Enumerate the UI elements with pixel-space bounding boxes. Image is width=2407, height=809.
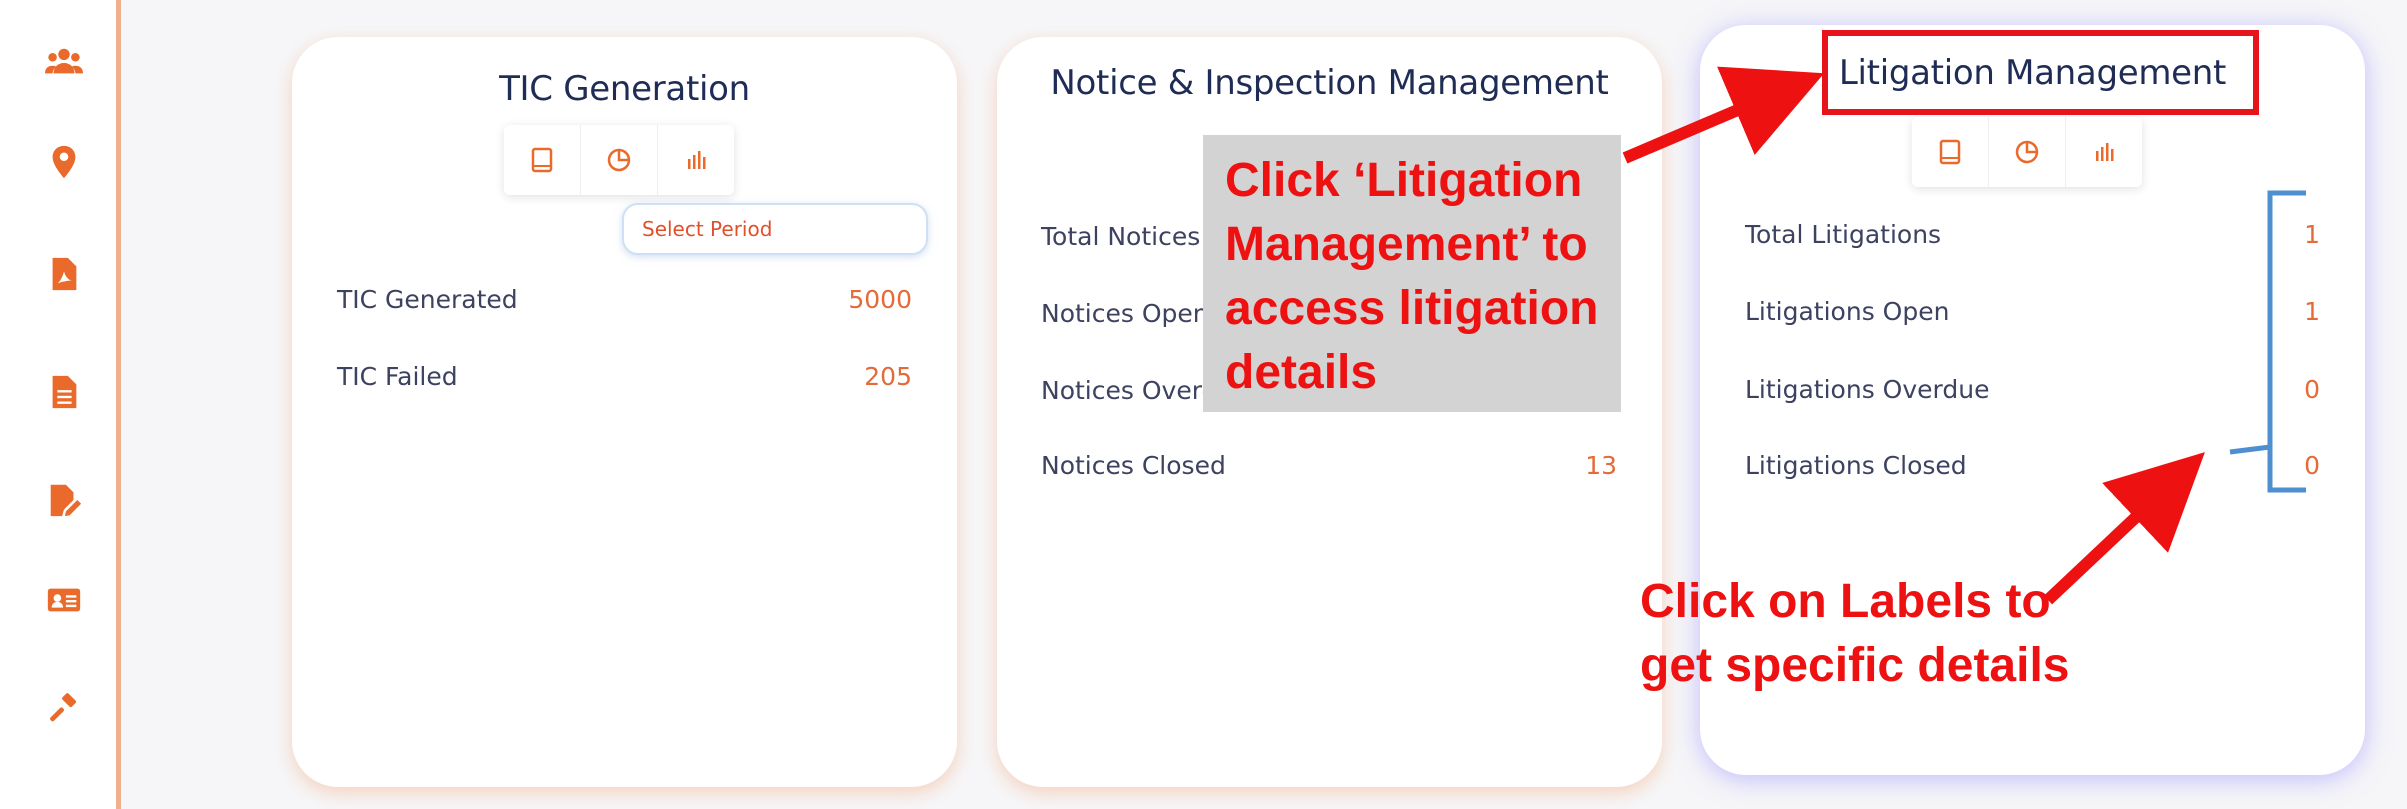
arrow-to-title bbox=[1622, 66, 1825, 164]
labels-bracket bbox=[2229, 190, 2306, 493]
arrow-to-labels bbox=[2043, 452, 2205, 605]
annotation-overlay bbox=[1622, 66, 2306, 605]
